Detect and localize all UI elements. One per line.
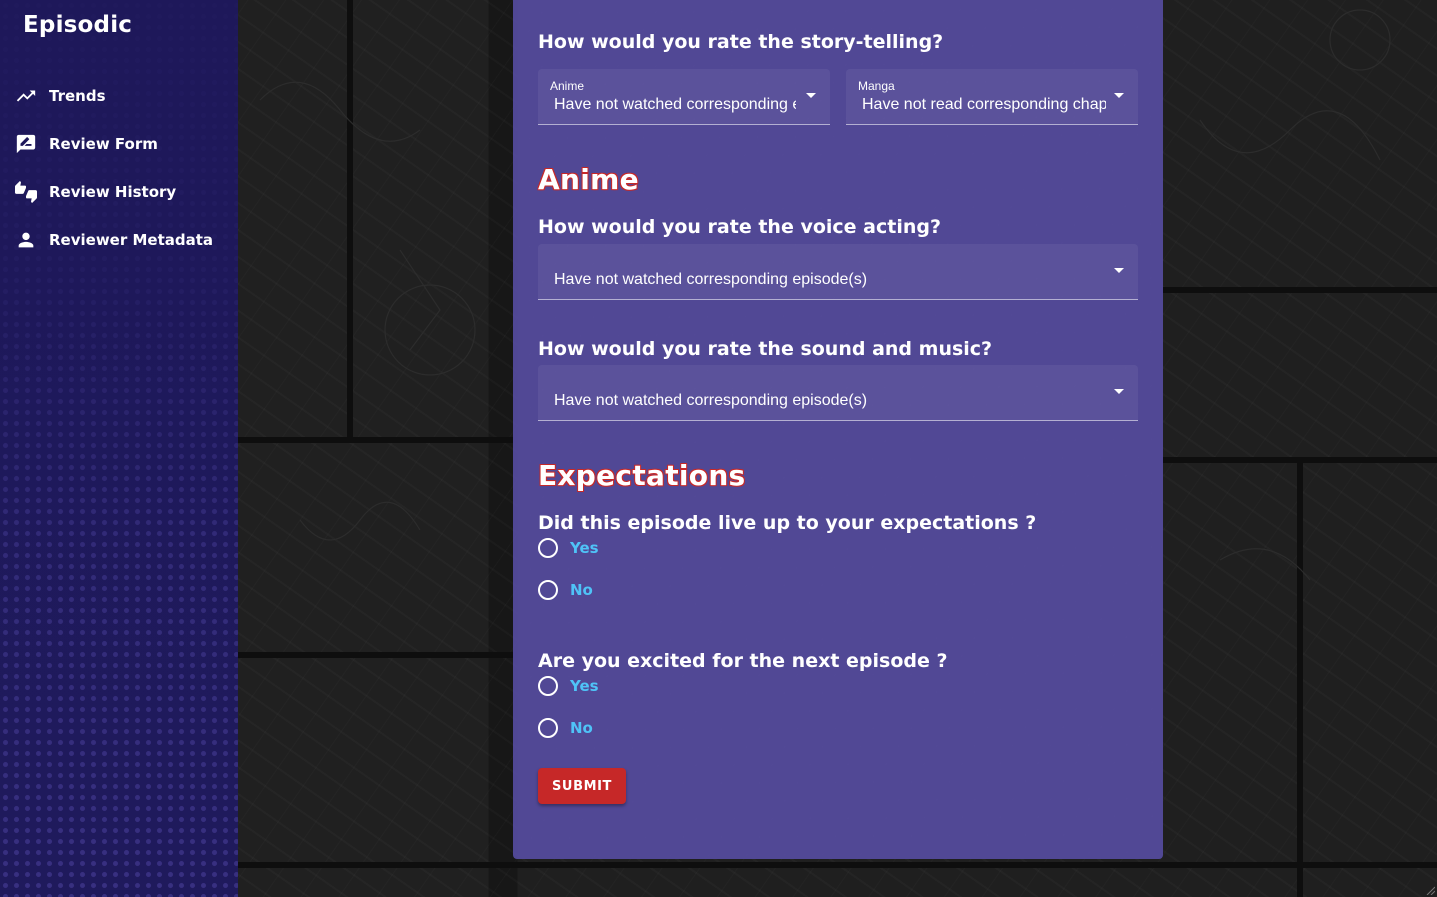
excited-question: Are you excited for the next episode ? <box>538 650 948 672</box>
voice-acting-question: How would you rate the voice acting? <box>538 216 941 238</box>
resize-grip-icon[interactable] <box>1425 885 1435 895</box>
storytelling-manga-select[interactable]: Manga Have not read corresponding chapte… <box>846 69 1138 125</box>
expectations-section-title: Expectations <box>538 459 746 492</box>
storytelling-question: How would you rate the story-telling? <box>538 31 944 53</box>
excited-yes-radio[interactable]: Yes <box>538 676 599 696</box>
sound-music-select[interactable]: Have not watched corresponding episode(s… <box>538 365 1138 421</box>
select-value: Have not watched corresponding episode(s… <box>554 271 868 288</box>
sound-music-question: How would you rate the sound and music? <box>538 338 993 360</box>
sidebar: Episodic Trends Review Form Review Histo… <box>0 0 238 897</box>
expectations-question: Did this episode live up to your expecta… <box>538 512 1037 534</box>
app-brand[interactable]: Episodic <box>23 12 132 38</box>
expectations-no-radio[interactable]: No <box>538 580 593 600</box>
person-icon <box>14 228 38 252</box>
radio-circle-icon <box>538 538 558 558</box>
radio-label: Yes <box>570 677 599 695</box>
sidebar-item-label: Review Form <box>49 135 158 153</box>
radio-label: No <box>570 581 593 599</box>
excited-no-radio[interactable]: No <box>538 718 593 738</box>
radio-label: No <box>570 719 593 737</box>
submit-button[interactable]: SUBMIT <box>538 768 626 804</box>
sidebar-item-review-history[interactable]: Review History <box>14 168 213 216</box>
sidebar-item-label: Review History <box>49 183 177 201</box>
sidebar-item-label: Reviewer Metadata <box>49 231 214 249</box>
sidebar-item-trends[interactable]: Trends <box>14 72 213 120</box>
thumbs-up-down-icon <box>14 180 38 204</box>
dropdown-caret-icon <box>1114 268 1124 273</box>
radio-label: Yes <box>570 539 599 557</box>
sidebar-nav: Trends Review Form Review History Review… <box>14 72 213 264</box>
dropdown-caret-icon <box>1114 389 1124 394</box>
anime-section-title: Anime <box>538 163 639 196</box>
sidebar-item-reviewer-metadata[interactable]: Reviewer Metadata <box>14 216 213 264</box>
dropdown-caret-icon <box>1114 93 1124 98</box>
review-form-card: How would you rate the story-telling? An… <box>513 0 1163 859</box>
select-label: Manga <box>858 79 895 93</box>
radio-circle-icon <box>538 718 558 738</box>
expectations-yes-radio[interactable]: Yes <box>538 538 599 558</box>
trending-up-icon <box>14 84 38 108</box>
rate-review-icon <box>14 132 38 156</box>
sidebar-item-label: Trends <box>49 87 106 105</box>
dropdown-caret-icon <box>806 93 816 98</box>
radio-circle-icon <box>538 676 558 696</box>
select-value: Have not watched corresponding episode(s… <box>554 392 868 409</box>
sidebar-item-review-form[interactable]: Review Form <box>14 120 213 168</box>
voice-acting-select[interactable]: Have not watched corresponding episode(s… <box>538 244 1138 300</box>
select-value: Have not read corresponding chapter(s) <box>862 96 1106 113</box>
select-label: Anime <box>550 79 585 93</box>
storytelling-anime-select[interactable]: Anime Have not watched corresponding epi… <box>538 69 830 125</box>
radio-circle-icon <box>538 580 558 600</box>
select-value: Have not watched corresponding episode(s… <box>554 96 796 113</box>
